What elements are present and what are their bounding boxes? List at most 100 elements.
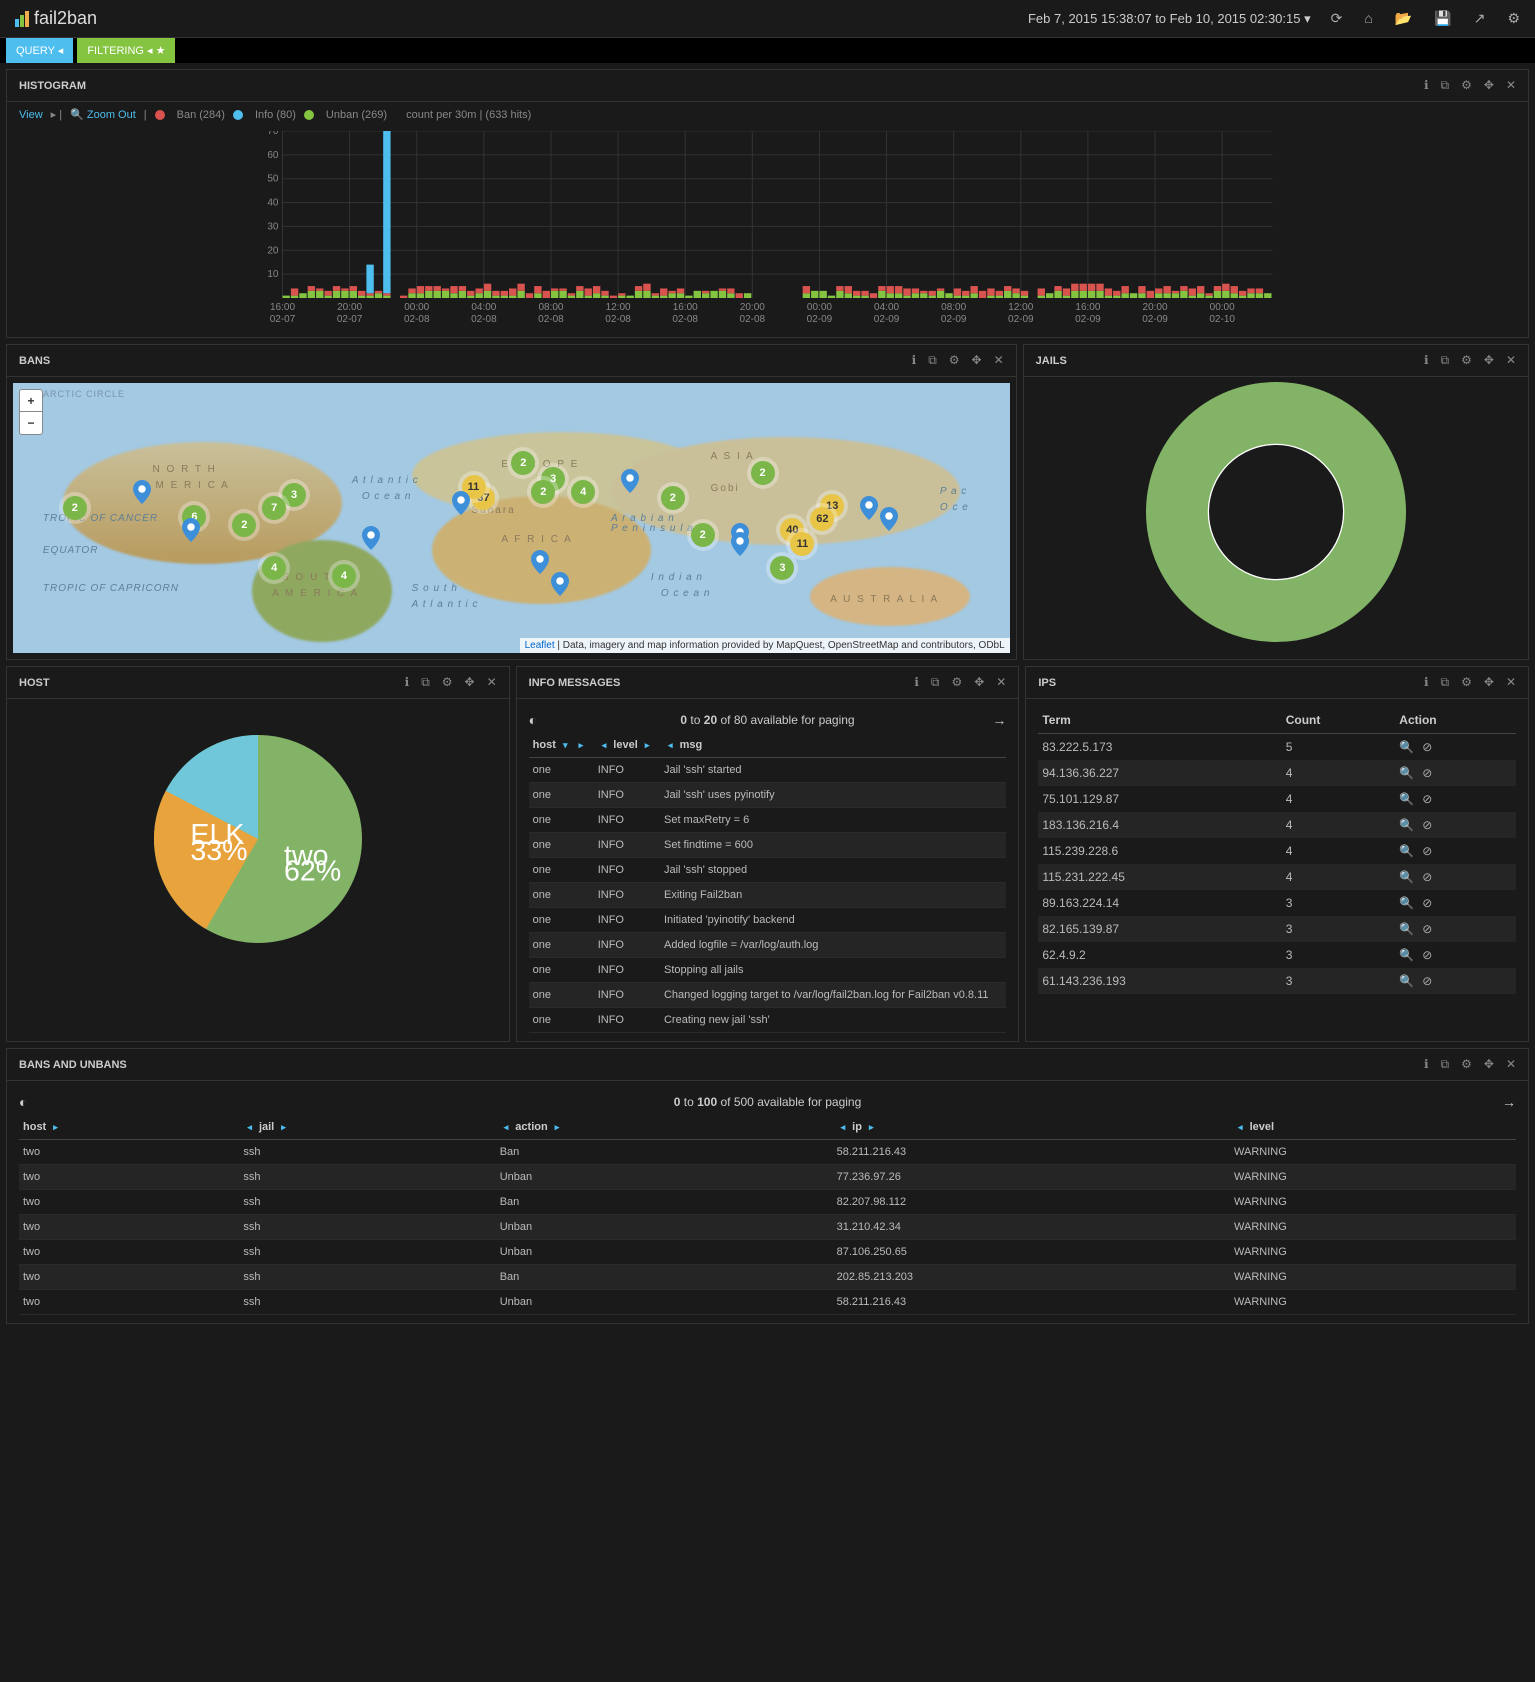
map-marker[interactable] xyxy=(860,496,878,520)
col-jail[interactable]: ◂ jail ▸ xyxy=(239,1115,495,1140)
col-count[interactable]: Count xyxy=(1282,707,1396,734)
host-pie-chart[interactable]: ELK 33% two 62% xyxy=(7,699,509,979)
ban-icon[interactable]: ⊘ xyxy=(1422,844,1432,858)
move-icon[interactable]: ✥ xyxy=(974,675,984,690)
col-level[interactable]: ◂ level ▸ xyxy=(594,733,660,758)
move-icon[interactable]: ✥ xyxy=(972,353,982,368)
table-row[interactable]: oneINFOSet findtime = 600 xyxy=(529,833,1007,858)
close-icon[interactable]: ✕ xyxy=(1506,78,1516,93)
histogram-chart[interactable]: 1020304050607016:0002-0720:0002-0700:000… xyxy=(19,131,1516,326)
map-marker[interactable] xyxy=(182,518,200,542)
map-marker[interactable] xyxy=(880,507,898,531)
table-row[interactable]: twosshUnban31.210.42.34WARNING xyxy=(19,1215,1516,1240)
ban-icon[interactable]: ⊘ xyxy=(1422,896,1432,910)
info-icon[interactable]: ℹ xyxy=(912,353,917,368)
search-icon[interactable]: 🔍 xyxy=(1399,922,1414,936)
ban-icon[interactable]: ⊘ xyxy=(1422,818,1432,832)
search-icon[interactable]: 🔍 xyxy=(1399,740,1414,754)
gear-icon[interactable]: ⚙ xyxy=(442,675,453,690)
save-icon[interactable]: 💾 xyxy=(1434,10,1451,27)
table-row[interactable]: oneINFOChanged logging target to /var/lo… xyxy=(529,983,1007,1008)
table-row[interactable]: 75.101.129.874🔍⊘ xyxy=(1038,786,1516,812)
home-icon[interactable]: ⌂ xyxy=(1364,10,1372,27)
close-icon[interactable]: ✕ xyxy=(994,353,1004,368)
map-marker[interactable] xyxy=(452,491,470,515)
timerange-picker[interactable]: Feb 7, 2015 15:38:07 to Feb 10, 2015 02:… xyxy=(1028,11,1311,27)
table-row[interactable]: 115.239.228.64🔍⊘ xyxy=(1038,838,1516,864)
map-cluster[interactable]: 3 xyxy=(770,556,794,580)
table-row[interactable]: 61.143.236.1933🔍⊘ xyxy=(1038,968,1516,994)
map-marker[interactable] xyxy=(731,532,749,556)
map-cluster[interactable]: 2 xyxy=(661,486,685,510)
jails-donut-chart[interactable] xyxy=(1024,377,1528,647)
move-icon[interactable]: ✥ xyxy=(1484,78,1494,93)
copy-icon[interactable]: ⧉ xyxy=(1441,1057,1450,1072)
ban-icon[interactable]: ⊘ xyxy=(1422,922,1432,936)
col-action[interactable]: Action xyxy=(1395,707,1516,734)
tab-query[interactable]: QUERY ◂ xyxy=(6,38,73,63)
copy-icon[interactable]: ⧉ xyxy=(928,353,937,368)
table-row[interactable]: 83.222.5.1735🔍⊘ xyxy=(1038,734,1516,761)
tab-filtering[interactable]: FILTERING ◂ ★ xyxy=(77,38,175,63)
ban-icon[interactable]: ⊘ xyxy=(1422,948,1432,962)
table-row[interactable]: 94.136.36.2274🔍⊘ xyxy=(1038,760,1516,786)
table-row[interactable]: oneINFOExiting Fail2ban xyxy=(529,883,1007,908)
search-icon[interactable]: 🔍 xyxy=(1399,896,1414,910)
zoom-in-button[interactable]: + xyxy=(20,390,42,412)
map-cluster[interactable]: 2 xyxy=(232,513,256,537)
search-icon[interactable]: 🔍 xyxy=(1399,870,1414,884)
map-marker[interactable] xyxy=(531,550,549,574)
col-host[interactable]: host ▾ ▸ xyxy=(529,733,594,758)
copy-icon[interactable]: ⧉ xyxy=(421,675,430,690)
copy-icon[interactable]: ⧉ xyxy=(1441,675,1450,690)
gear-icon[interactable]: ⚙ xyxy=(949,353,960,368)
move-icon[interactable]: ✥ xyxy=(1484,353,1494,368)
info-icon[interactable]: ℹ xyxy=(405,675,410,690)
search-icon[interactable]: 🔍 xyxy=(1399,974,1414,988)
table-row[interactable]: twosshUnban58.211.216.43WARNING xyxy=(19,1290,1516,1315)
info-icon[interactable]: ℹ xyxy=(1424,78,1429,93)
close-icon[interactable]: ✕ xyxy=(487,675,497,690)
close-icon[interactable]: ✕ xyxy=(1506,353,1516,368)
info-icon[interactable]: ℹ xyxy=(1424,1057,1429,1072)
map-cluster[interactable]: 2 xyxy=(691,523,715,547)
map-marker[interactable] xyxy=(621,469,639,493)
search-icon[interactable]: 🔍 xyxy=(1399,792,1414,806)
bans-map[interactable]: + − ARCTIC CIRCLE N O R T H A M E R I C … xyxy=(13,383,1010,653)
copy-icon[interactable]: ⧉ xyxy=(931,675,940,690)
table-row[interactable]: oneINFOCreating new jail 'ssh' xyxy=(529,1008,1007,1033)
info-icon[interactable]: ℹ xyxy=(1424,353,1429,368)
close-icon[interactable]: ✕ xyxy=(996,675,1006,690)
gear-icon[interactable]: ⚙ xyxy=(951,675,962,690)
table-row[interactable]: oneINFOJail 'ssh' uses pyinotify xyxy=(529,783,1007,808)
page-next-icon[interactable]: → xyxy=(992,712,1006,728)
page-next-icon[interactable]: → xyxy=(1502,1094,1516,1110)
gear-icon[interactable]: ⚙ xyxy=(1461,675,1472,690)
search-icon[interactable]: 🔍 xyxy=(1399,766,1414,780)
table-row[interactable]: 62.4.9.23🔍⊘ xyxy=(1038,942,1516,968)
gear-icon[interactable]: ⚙ xyxy=(1461,1057,1472,1072)
settings-icon[interactable]: ⚙ xyxy=(1507,10,1520,27)
move-icon[interactable]: ✥ xyxy=(465,675,475,690)
ban-icon[interactable]: ⊘ xyxy=(1422,766,1432,780)
search-icon[interactable]: 🔍 xyxy=(1399,948,1414,962)
map-cluster[interactable]: 2 xyxy=(751,461,775,485)
zoom-out-link[interactable]: 🔍 Zoom Out xyxy=(70,108,136,121)
info-icon[interactable]: ℹ xyxy=(914,675,919,690)
table-row[interactable]: 89.163.224.143🔍⊘ xyxy=(1038,890,1516,916)
view-link[interactable]: View xyxy=(19,109,43,121)
table-row[interactable]: oneINFOJail 'ssh' stopped xyxy=(529,858,1007,883)
ban-icon[interactable]: ⊘ xyxy=(1422,740,1432,754)
search-icon[interactable]: 🔍 xyxy=(1399,844,1414,858)
table-row[interactable]: twosshBan82.207.98.112WARNING xyxy=(19,1190,1516,1215)
map-cluster[interactable]: 3 xyxy=(282,483,306,507)
map-marker[interactable] xyxy=(551,572,569,596)
table-row[interactable]: twosshBan202.85.213.203WARNING xyxy=(19,1265,1516,1290)
table-row[interactable]: oneINFOAdded logfile = /var/log/auth.log xyxy=(529,933,1007,958)
table-row[interactable]: twosshBan58.211.216.43WARNING xyxy=(19,1140,1516,1165)
col-host[interactable]: host ▸ xyxy=(19,1115,239,1140)
ban-icon[interactable]: ⊘ xyxy=(1422,870,1432,884)
ban-icon[interactable]: ⊘ xyxy=(1422,974,1432,988)
col-ip[interactable]: ◂ ip ▸ xyxy=(833,1115,1230,1140)
page-prev-icon[interactable]: ◐ xyxy=(19,1094,27,1110)
